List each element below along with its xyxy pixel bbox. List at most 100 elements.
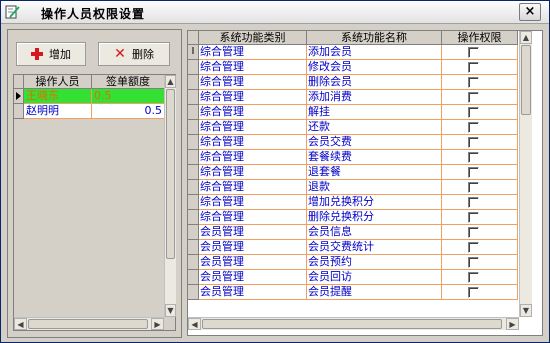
function-name-cell[interactable]: 删除兑换积分 (307, 210, 442, 225)
permission-row[interactable]: 综合管理 删除兑换积分 (188, 210, 518, 225)
permission-checkbox[interactable] (468, 137, 479, 148)
permission-row[interactable]: 会员管理 会员信息 (188, 225, 518, 240)
permission-checkbox[interactable] (468, 257, 479, 268)
permission-checkbox[interactable] (468, 122, 479, 133)
function-name-cell[interactable]: 会员交费统计 (307, 240, 442, 255)
permission-row[interactable]: 综合管理 还款 (188, 120, 518, 135)
scroll-down-arrow-icon[interactable]: ▼ (520, 304, 532, 317)
permission-row[interactable]: 综合管理 修改会员 (188, 60, 518, 75)
operator-panel: 增加 ✕ 删除 操作人员 签单额度 王晓东 0.5 赵明明 0.5 ▲ ▼ ◀ … (7, 29, 182, 338)
permission-row[interactable]: 综合管理 退款 (188, 180, 518, 195)
operator-name-cell[interactable]: 王晓东 (24, 89, 92, 104)
permission-checkbox[interactable] (468, 152, 479, 163)
permission-row[interactable]: 综合管理 添加消费 (188, 90, 518, 105)
column-header-category[interactable]: 系统功能类别 (199, 31, 307, 45)
operator-row[interactable]: 王晓东 0.5 (14, 89, 165, 104)
delete-operator-button[interactable]: ✕ 删除 (98, 42, 170, 66)
permission-row[interactable]: 综合管理 套餐续费 (188, 150, 518, 165)
function-name-cell[interactable]: 套餐续费 (307, 150, 442, 165)
function-name-cell[interactable]: 修改会员 (307, 60, 442, 75)
permission-checkbox[interactable] (468, 92, 479, 103)
permission-checkbox[interactable] (468, 212, 479, 223)
permission-row[interactable]: 会员管理 会员提醒 (188, 285, 518, 300)
permission-checkbox[interactable] (468, 197, 479, 208)
function-name-cell[interactable]: 会员预约 (307, 255, 442, 270)
permission-row[interactable]: 会员管理 会员回访 (188, 270, 518, 285)
scroll-thumb[interactable] (202, 319, 502, 329)
scroll-thumb[interactable] (166, 89, 175, 259)
category-cell[interactable]: 会员管理 (199, 285, 307, 300)
permission-checkbox[interactable] (468, 182, 479, 193)
category-cell[interactable]: 综合管理 (199, 45, 307, 60)
permission-row[interactable]: 综合管理 解挂 (188, 105, 518, 120)
category-cell[interactable]: 综合管理 (199, 135, 307, 150)
function-name-cell[interactable]: 会员回访 (307, 270, 442, 285)
category-cell[interactable]: 综合管理 (199, 210, 307, 225)
operator-vertical-scrollbar[interactable]: ▲ ▼ (164, 75, 176, 317)
function-name-cell[interactable]: 退款 (307, 180, 442, 195)
operator-name-cell[interactable]: 赵明明 (24, 104, 92, 119)
scroll-left-arrow-icon[interactable]: ◀ (188, 318, 201, 330)
permission-checkbox[interactable] (468, 227, 479, 238)
permission-checkbox[interactable] (468, 77, 479, 88)
scroll-right-arrow-icon[interactable]: ▶ (151, 318, 164, 330)
permission-vertical-scrollbar[interactable]: ▲ ▼ (519, 31, 532, 317)
permission-row[interactable]: 综合管理 退套餐 (188, 165, 518, 180)
scroll-down-arrow-icon[interactable]: ▼ (165, 304, 176, 317)
column-header-permission[interactable]: 操作权限 (442, 31, 518, 45)
permission-checkbox[interactable] (468, 287, 479, 298)
category-cell[interactable]: 综合管理 (199, 150, 307, 165)
category-cell[interactable]: 会员管理 (199, 255, 307, 270)
column-header-operator[interactable]: 操作人员 (24, 75, 92, 89)
scroll-up-arrow-icon[interactable]: ▲ (165, 75, 176, 88)
scroll-thumb[interactable] (28, 319, 148, 329)
scroll-left-arrow-icon[interactable]: ◀ (14, 318, 27, 330)
column-header-function[interactable]: 系统功能名称 (307, 31, 442, 45)
permission-row[interactable]: 会员管理 会员交费统计 (188, 240, 518, 255)
category-cell[interactable]: 综合管理 (199, 60, 307, 75)
permission-checkbox[interactable] (468, 47, 479, 58)
function-name-cell[interactable]: 增加兑换积分 (307, 195, 442, 210)
category-cell[interactable]: 会员管理 (199, 270, 307, 285)
add-operator-button[interactable]: 增加 (16, 42, 86, 66)
function-name-cell[interactable]: 会员交费 (307, 135, 442, 150)
category-cell[interactable]: 综合管理 (199, 180, 307, 195)
permission-row[interactable]: 综合管理 删除会员 (188, 75, 518, 90)
column-header-limit[interactable]: 签单额度 (92, 75, 165, 89)
function-name-cell[interactable]: 添加会员 (307, 45, 442, 60)
function-name-cell[interactable]: 删除会员 (307, 75, 442, 90)
permission-row[interactable]: 综合管理 增加兑换积分 (188, 195, 518, 210)
permission-checkbox[interactable] (468, 242, 479, 253)
scroll-right-arrow-icon[interactable]: ▶ (506, 318, 519, 330)
function-name-cell[interactable]: 解挂 (307, 105, 442, 120)
category-cell[interactable]: 综合管理 (199, 120, 307, 135)
category-cell[interactable]: 综合管理 (199, 75, 307, 90)
category-cell[interactable]: 综合管理 (199, 195, 307, 210)
operator-row[interactable]: 赵明明 0.5 (14, 104, 165, 119)
permission-row[interactable]: 会员管理 会员预约 (188, 255, 518, 270)
close-button[interactable]: × (519, 3, 541, 21)
function-name-cell[interactable]: 添加消费 (307, 90, 442, 105)
scroll-thumb[interactable] (521, 45, 531, 115)
permission-row[interactable]: 综合管理 会员交费 (188, 135, 518, 150)
category-cell[interactable]: 会员管理 (199, 240, 307, 255)
permission-checkbox[interactable] (468, 167, 479, 178)
operator-limit-cell[interactable]: 0.5 (92, 104, 165, 119)
operator-horizontal-scrollbar[interactable]: ◀ ▶ (14, 317, 164, 330)
permission-checkbox[interactable] (468, 62, 479, 73)
category-cell[interactable]: 综合管理 (199, 165, 307, 180)
permission-horizontal-scrollbar[interactable]: ◀ ▶ (188, 317, 519, 330)
scroll-up-arrow-icon[interactable]: ▲ (520, 31, 532, 44)
window-title: 操作人员权限设置 (41, 7, 146, 21)
operator-limit-cell[interactable]: 0.5 (92, 89, 165, 104)
permission-checkbox[interactable] (468, 107, 479, 118)
category-cell[interactable]: 综合管理 (199, 105, 307, 120)
permission-checkbox[interactable] (468, 272, 479, 283)
function-name-cell[interactable]: 退套餐 (307, 165, 442, 180)
function-name-cell[interactable]: 会员信息 (307, 225, 442, 240)
category-cell[interactable]: 综合管理 (199, 90, 307, 105)
function-name-cell[interactable]: 会员提醒 (307, 285, 442, 300)
category-cell[interactable]: 会员管理 (199, 225, 307, 240)
function-name-cell[interactable]: 还款 (307, 120, 442, 135)
permission-row[interactable]: I 综合管理 添加会员 (188, 45, 518, 60)
